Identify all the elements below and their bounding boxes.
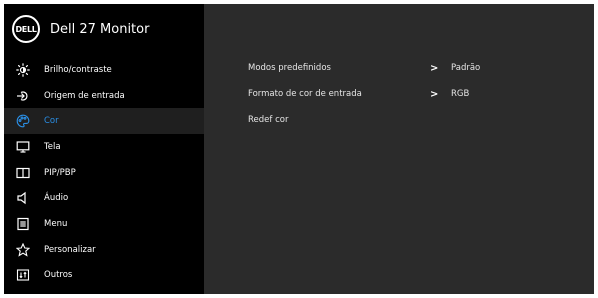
sidebar-item-label: Personalizar [44,244,96,255]
sidebar-item-label: Cor [44,116,59,127]
sidebar-item-audio[interactable]: Áudio [4,185,204,211]
row-label: Modos predefinidos [248,63,331,73]
sidebar-item-outros[interactable]: Outros [4,263,204,289]
row-value: RGB [451,89,470,99]
row-label: Formato de cor de entrada [248,89,362,99]
palette-icon [16,114,30,128]
sidebar-item-label: Tela [44,141,61,152]
sidebar-item-label: Brilho/contraste [44,64,112,75]
sidebar-item-personalizar[interactable]: Personalizar [4,237,204,263]
sidebar: DELL Dell 27 Monitor Brilho/contraste Or… [4,4,204,294]
display-icon [16,140,30,154]
sidebar-item-label: PIP/PBP [44,167,76,178]
audio-icon [16,191,30,205]
others-icon [16,268,30,282]
sidebar-item-pip-pbp[interactable]: PIP/PBP [4,160,204,186]
dell-logo: DELL [12,15,40,43]
row-value: Padrão [451,63,481,73]
sidebar-menu: Brilho/contraste Origem de entrada Cor T… [4,57,204,288]
menu-icon [16,217,30,231]
logo-text: DELL [15,24,37,34]
sidebar-item-label: Origem de entrada [44,90,125,101]
input-source-icon [16,89,30,103]
sidebar-item-cor[interactable]: Cor [4,108,204,135]
sidebar-item-brilho-contraste[interactable]: Brilho/contraste [4,57,204,83]
header: DELL Dell 27 Monitor [4,4,204,54]
sidebar-item-label: Menu [44,218,68,229]
content-panel: Modos predefinidos > Padrão Formato de c… [204,4,594,294]
sidebar-item-menu[interactable]: Menu [4,211,204,237]
row-label: Redef cor [248,115,289,125]
monitor-osd: DELL Dell 27 Monitor Brilho/contraste Or… [4,4,594,294]
brightness-icon [16,63,30,77]
sidebar-item-tela[interactable]: Tela [4,134,204,160]
row-redef-cor[interactable]: Redef cor [248,113,568,127]
monitor-title: Dell 27 Monitor [50,21,150,37]
sidebar-item-label: Áudio [44,193,69,204]
row-formato-de-cor-de-entrada[interactable]: Formato de cor de entrada > RGB [248,87,568,101]
pip-pbp-icon [16,166,30,180]
row-modos-predefinidos[interactable]: Modos predefinidos > Padrão [248,61,568,75]
star-icon [16,242,30,257]
sidebar-item-origem-de-entrada[interactable]: Origem de entrada [4,83,204,109]
sidebar-item-label: Outros [44,270,73,281]
chevron-right-icon: > [430,88,439,100]
chevron-right-icon: > [430,62,439,74]
